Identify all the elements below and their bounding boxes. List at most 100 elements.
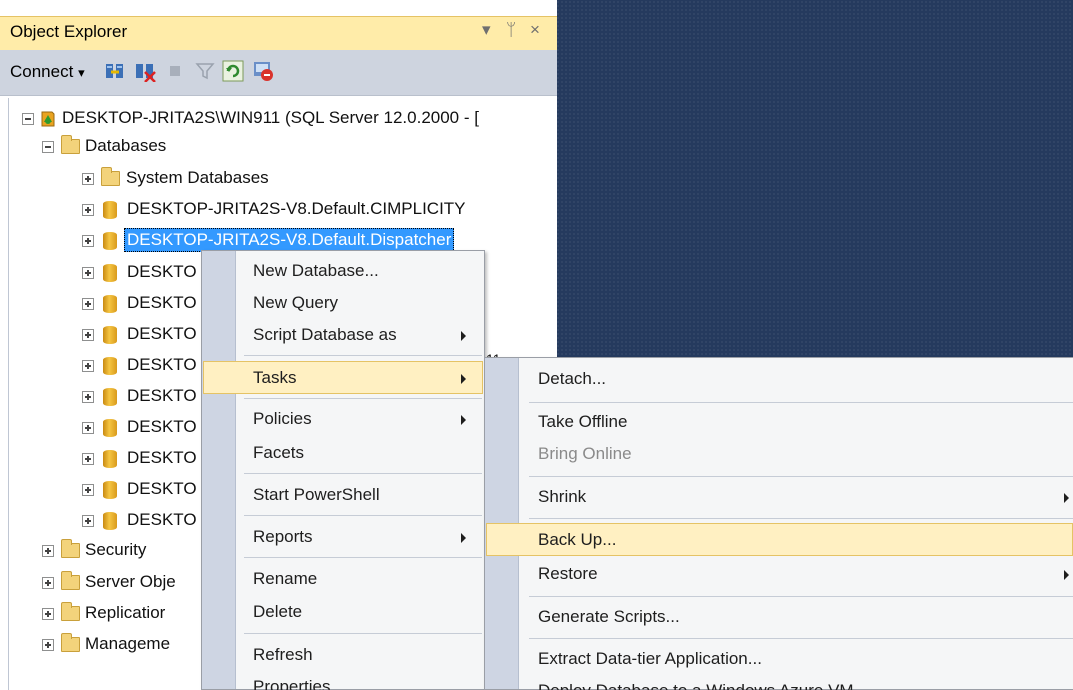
expand-icon[interactable]	[42, 545, 54, 557]
tree-database-item[interactable]: DESKTO	[0, 507, 200, 535]
menu-item-label: Extract Data-tier Application...	[538, 649, 762, 668]
menu-item-label: Back Up...	[538, 530, 617, 549]
menu-item-label: Tasks	[253, 368, 297, 387]
menu-item-label: Refresh	[253, 645, 313, 664]
tree-system-databases-node[interactable]: System Databases	[0, 165, 557, 193]
connect-label: Connect	[10, 62, 74, 81]
tree-item-label: Replicatior	[85, 603, 166, 622]
disconnect-icon[interactable]	[134, 60, 156, 82]
object-explorer-toolbar: Connect ▾	[0, 50, 557, 96]
menu-item-delete[interactable]: Delete	[203, 596, 483, 629]
stop-icon[interactable]	[164, 60, 186, 82]
menu-item-generate-scripts[interactable]: Generate Scripts...	[486, 601, 1072, 634]
expand-icon[interactable]	[82, 422, 94, 434]
submenu-arrow-icon	[1064, 493, 1069, 503]
close-icon[interactable]: ×	[530, 20, 540, 40]
submenu-arrow-icon	[461, 331, 466, 341]
tree-item-label: Databases	[85, 136, 167, 155]
tree-security-node[interactable]: Security	[0, 537, 200, 565]
menu-item-deploy-azure-vm[interactable]: Deploy Database to a Windows Azure VM...	[486, 675, 1072, 690]
expand-icon[interactable]	[82, 360, 94, 372]
menu-item-script-database-as[interactable]: Script Database as	[203, 319, 483, 352]
tree-database-item[interactable]: DESKTO	[0, 414, 200, 442]
database-icon	[103, 512, 117, 530]
menu-item-label: Reports	[253, 527, 313, 546]
tree-database-item[interactable]: DESKTO	[0, 321, 200, 349]
connect-object-explorer-icon[interactable]	[104, 60, 126, 82]
window-position-icon[interactable]: ▾	[482, 20, 491, 40]
menu-item-tasks[interactable]: Tasks	[203, 361, 483, 394]
menu-item-take-offline[interactable]: Take Offline	[486, 406, 1072, 439]
tree-database-item[interactable]: DESKTO	[0, 290, 200, 318]
tree-database-item[interactable]: DESKTO	[0, 352, 200, 380]
expand-icon[interactable]	[82, 267, 94, 279]
server-icon	[41, 111, 55, 127]
activity-monitor-icon[interactable]	[252, 60, 274, 82]
tree-databases-node[interactable]: Databases	[0, 133, 557, 161]
expand-icon[interactable]	[82, 515, 94, 527]
expand-icon[interactable]	[82, 173, 94, 185]
menu-item-policies[interactable]: Policies	[203, 403, 483, 436]
expand-icon[interactable]	[82, 298, 94, 310]
tree-server-node[interactable]: DESKTOP-JRITA2S\WIN911 (SQL Server 12.0.…	[0, 105, 557, 133]
menu-item-new-database[interactable]: New Database...	[203, 255, 483, 288]
tree-item-label: DESKTOP-JRITA2S-V8.Default.Dispatcher	[124, 228, 455, 252]
chevron-down-icon: ▾	[78, 65, 85, 80]
panel-title-bar: Object Explorer ▾ ᛘ ×	[0, 16, 557, 50]
menu-item-extract-data-tier-application[interactable]: Extract Data-tier Application...	[486, 643, 1072, 676]
menu-item-rename[interactable]: Rename	[203, 563, 483, 596]
menu-item-back-up[interactable]: Back Up...	[486, 523, 1073, 556]
menu-item-detach[interactable]: Detach...	[486, 363, 1072, 396]
menu-item-bring-online[interactable]: Bring Online	[486, 438, 1072, 471]
connect-button[interactable]: Connect ▾	[10, 62, 85, 82]
menu-item-shrink[interactable]: Shrink	[486, 481, 1072, 514]
tree-database-item[interactable]: DESKTO	[0, 445, 200, 473]
filter-icon[interactable]	[194, 60, 216, 82]
tree-database-item[interactable]: DESKTOP-JRITA2S-V8.Default.CIMPLICITY	[0, 196, 557, 224]
tree-database-item[interactable]: DESKTO	[0, 259, 200, 287]
submenu-arrow-icon	[461, 415, 466, 425]
tree-replication-node[interactable]: Replicatior	[0, 600, 200, 628]
menu-item-new-query[interactable]: New Query	[203, 287, 483, 320]
menu-item-refresh[interactable]: Refresh	[203, 639, 483, 672]
expand-icon[interactable]	[82, 329, 94, 341]
menu-separator	[244, 473, 482, 474]
expand-icon[interactable]	[82, 453, 94, 465]
collapse-icon[interactable]	[22, 113, 34, 125]
expand-icon[interactable]	[82, 391, 94, 403]
menu-item-label: Facets	[253, 443, 305, 462]
menu-item-label: Start PowerShell	[253, 485, 380, 504]
tasks-submenu: Detach... Take Offline Bring Online Shri…	[484, 357, 1073, 690]
tree-item-label: DESKTO	[127, 355, 197, 374]
database-context-menu: New Database... New Query Script Databas…	[201, 250, 485, 690]
menu-item-restore[interactable]: Restore	[486, 558, 1072, 591]
refresh-icon[interactable]	[222, 60, 244, 82]
menu-item-facets[interactable]: Facets	[203, 437, 483, 470]
menu-item-label: Deploy Database to a Windows Azure VM...	[538, 681, 868, 690]
tree-item-label: DESKTO	[127, 324, 197, 343]
tree-item-label: System Databases	[126, 168, 269, 187]
folder-icon	[61, 539, 80, 558]
tree-database-item[interactable]: DESKTO	[0, 383, 200, 411]
menu-item-start-powershell[interactable]: Start PowerShell	[203, 479, 483, 512]
menu-item-label: Shrink	[538, 487, 587, 506]
folder-icon	[61, 571, 80, 590]
menu-item-properties[interactable]: Properties	[203, 671, 483, 690]
tree-item-label: DESKTO	[127, 479, 197, 498]
database-icon	[103, 295, 117, 313]
auto-hide-pin-icon[interactable]: ᛘ	[506, 20, 516, 40]
menu-item-label: New Database...	[253, 261, 379, 280]
expand-icon[interactable]	[82, 484, 94, 496]
collapse-icon[interactable]	[42, 141, 54, 153]
menu-item-reports[interactable]: Reports	[203, 521, 483, 554]
expand-icon[interactable]	[82, 204, 94, 216]
tree-management-node[interactable]: Manageme	[0, 631, 200, 659]
panel-title: Object Explorer	[10, 22, 128, 41]
expand-icon[interactable]	[42, 608, 54, 620]
submenu-arrow-icon	[461, 533, 466, 543]
expand-icon[interactable]	[82, 235, 94, 247]
tree-database-item[interactable]: DESKTO	[0, 476, 200, 504]
expand-icon[interactable]	[42, 639, 54, 651]
tree-server-objects-node[interactable]: Server Obje	[0, 569, 200, 597]
expand-icon[interactable]	[42, 577, 54, 589]
